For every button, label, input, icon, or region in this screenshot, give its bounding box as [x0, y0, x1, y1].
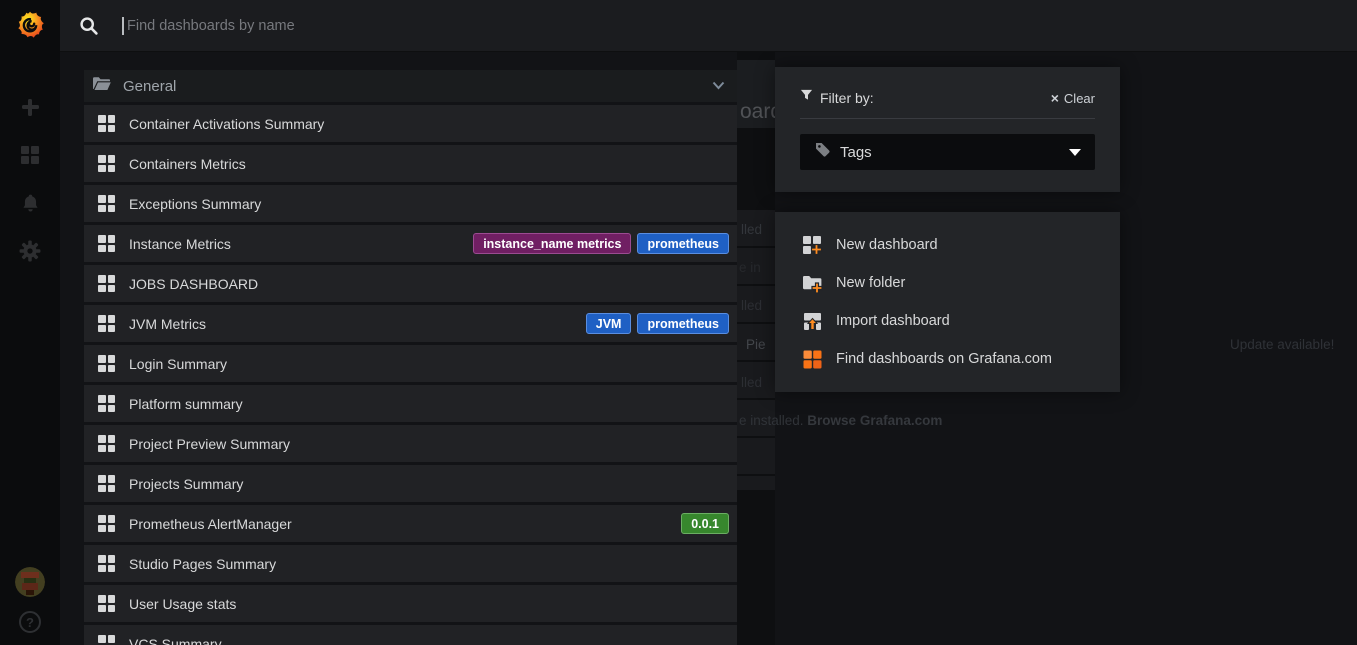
dashboard-icon — [98, 635, 115, 645]
browse-grafana-link: Browse Grafana.com — [807, 413, 942, 428]
new-folder-icon — [802, 273, 823, 294]
dashboard-icon — [98, 595, 115, 612]
dashboard-row[interactable]: Studio Pages Summary — [84, 545, 737, 582]
dashboard-row[interactable]: Login Summary — [84, 345, 737, 382]
dashboard-icon — [98, 395, 115, 412]
menu-item-new-dashboard[interactable]: New dashboard — [775, 226, 1120, 264]
dashboard-row[interactable]: Projects Summary — [84, 465, 737, 502]
background-text-fragment: Pie — [746, 337, 766, 352]
dashboard-row[interactable]: Instance Metrics instance_name metrics p… — [84, 225, 737, 262]
help-circle-icon[interactable]: ? — [19, 611, 41, 633]
dashboard-icon — [98, 555, 115, 572]
grafana-logo[interactable] — [13, 10, 47, 42]
grafana-com-grid-icon — [802, 349, 823, 370]
clear-filter-button[interactable]: × Clear — [1051, 91, 1095, 106]
dashboard-icon — [98, 275, 115, 292]
background-text-fragment: lled — [741, 222, 762, 237]
bell-icon[interactable] — [19, 192, 41, 214]
tag-badge[interactable]: prometheus — [637, 233, 729, 254]
tag-icon — [814, 141, 831, 163]
left-sidebar: ? — [0, 0, 60, 645]
actions-menu: New dashboard New folder Import dashboar… — [775, 212, 1120, 392]
chevron-down-icon — [712, 77, 725, 95]
dashboards-grid-icon[interactable] — [19, 144, 41, 166]
folder-header-general[interactable]: General — [84, 70, 737, 102]
plus-icon[interactable] — [19, 96, 41, 118]
new-dashboard-icon — [802, 235, 823, 256]
tag-badge[interactable]: instance_name metrics — [473, 233, 631, 254]
dashboard-row[interactable]: Prometheus AlertManager 0.0.1 — [84, 505, 737, 542]
update-available-text: Update available! — [1230, 337, 1334, 352]
dashboard-row[interactable]: Exceptions Summary — [84, 185, 737, 222]
dashboard-row[interactable]: VCS Summary — [84, 625, 737, 645]
funnel-icon — [800, 89, 813, 107]
gear-icon[interactable] — [19, 240, 41, 262]
tag-badge[interactable]: 0.0.1 — [681, 513, 729, 534]
background-text-fragment: e in — [739, 260, 761, 275]
dashboard-row[interactable]: JVM Metrics JVM prometheus — [84, 305, 737, 342]
dashboard-icon — [98, 115, 115, 132]
search-results-panel: General Container Activations Summary Co… — [84, 60, 737, 645]
dashboard-row[interactable]: Platform summary — [84, 385, 737, 422]
import-dashboard-icon — [802, 311, 823, 332]
chevron-down-icon — [1069, 149, 1081, 156]
dashboard-icon — [98, 155, 115, 172]
text-caret — [122, 17, 124, 35]
dashboard-icon — [98, 355, 115, 372]
user-avatar[interactable] — [15, 567, 45, 597]
menu-item-new-folder[interactable]: New folder — [775, 264, 1120, 302]
background-text-fragment: e installed. Browse Grafana.com — [739, 413, 942, 428]
dashboard-icon — [98, 475, 115, 492]
menu-item-import-dashboard[interactable]: Import dashboard — [775, 302, 1120, 340]
open-folder-icon — [92, 76, 111, 96]
dashboard-icon — [98, 195, 115, 212]
top-navbar: Find dashboards by name — [60, 0, 1357, 52]
dashboard-icon — [98, 235, 115, 252]
folder-name: General — [123, 78, 712, 95]
close-icon: × — [1051, 91, 1059, 105]
dashboard-row[interactable]: Containers Metrics — [84, 145, 737, 182]
background-text-fragment: lled — [741, 375, 762, 390]
search-icon — [78, 15, 100, 37]
tag-badge[interactable]: prometheus — [637, 313, 729, 334]
dashboard-icon — [98, 435, 115, 452]
filter-panel: Filter by: × Clear Tags — [775, 67, 1120, 192]
search-input[interactable]: Find dashboards by name — [127, 18, 295, 34]
filter-by-label: Filter by: — [820, 90, 1051, 106]
dashboard-row[interactable]: Project Preview Summary — [84, 425, 737, 462]
dashboard-row[interactable]: JOBS DASHBOARD — [84, 265, 737, 302]
tags-dropdown-value: Tags — [840, 144, 1069, 161]
tag-badge[interactable]: JVM — [586, 313, 632, 334]
menu-item-find-dashboards-grafana-com[interactable]: Find dashboards on Grafana.com — [775, 340, 1120, 378]
tags-dropdown[interactable]: Tags — [800, 134, 1095, 170]
dashboard-icon — [98, 515, 115, 532]
dashboard-icon — [98, 315, 115, 332]
background-text-fragment: lled — [741, 298, 762, 313]
dashboard-row[interactable]: User Usage stats — [84, 585, 737, 622]
dashboard-row[interactable]: Container Activations Summary — [84, 105, 737, 142]
